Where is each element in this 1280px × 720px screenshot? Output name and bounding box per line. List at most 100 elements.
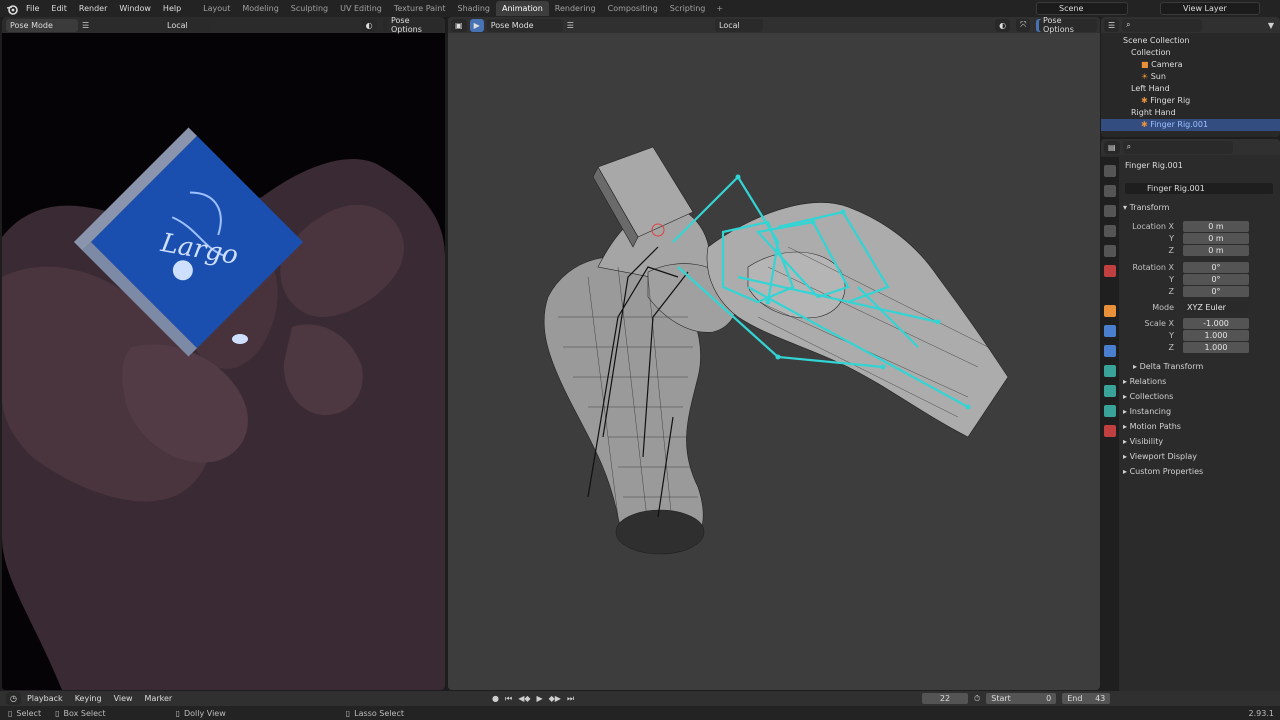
prev-keyframe-icon[interactable]: ◀◆ — [518, 694, 530, 703]
viewport-display-section[interactable]: ▸ Viewport Display — [1123, 451, 1197, 463]
left-pose-options-button[interactable]: Pose Options — [387, 16, 443, 34]
instancing-section[interactable]: ▸ Instancing — [1123, 406, 1171, 418]
view-layer-selector[interactable]: View Layer — [1160, 2, 1260, 15]
scene-selector[interactable]: Scene — [1036, 2, 1128, 15]
scale-x-field[interactable]: -1.000 — [1183, 318, 1249, 329]
left-mode-dropdown[interactable]: Pose Mode — [6, 18, 78, 32]
constraints-tab-icon[interactable] — [1104, 365, 1116, 377]
mid-gizmo-icon[interactable]: ⤧ — [1016, 18, 1031, 32]
tab-layout[interactable]: Layout — [197, 1, 236, 16]
tab-scripting[interactable]: Scripting — [664, 1, 712, 16]
tab-modeling[interactable]: Modeling — [236, 1, 284, 16]
collections-section[interactable]: ▸ Collections — [1123, 391, 1173, 403]
menu-help[interactable]: Help — [157, 0, 187, 17]
transform-section-header[interactable]: ▾ Transform — [1123, 202, 1169, 214]
scene-tab-icon[interactable] — [1104, 245, 1116, 257]
blender-logo-icon[interactable] — [4, 2, 20, 16]
play-icon[interactable]: ▶ — [537, 694, 543, 703]
current-frame-field[interactable]: 22 — [922, 693, 968, 704]
modifier-tab-icon[interactable] — [1104, 325, 1116, 337]
status-lasso-select: Lasso Select — [354, 708, 404, 718]
outliner-row-sun[interactable]: ☀ Sun — [1101, 71, 1280, 83]
texture-tab-icon[interactable] — [1104, 425, 1116, 437]
menu-render[interactable]: Render — [73, 0, 113, 17]
tab-sculpting[interactable]: Sculpting — [285, 1, 334, 16]
scale-z-field[interactable]: 1.000 — [1183, 342, 1249, 353]
next-keyframe-icon[interactable]: ◆▶ — [549, 694, 561, 703]
mid-mode-dropdown[interactable]: Pose Mode — [486, 18, 563, 32]
rotation-y-field[interactable]: 0° — [1183, 274, 1249, 285]
tab-compositing[interactable]: Compositing — [602, 1, 664, 16]
left-menu-icon[interactable]: ☰ — [82, 21, 89, 30]
location-y-field[interactable]: 0 m — [1183, 233, 1249, 244]
tab-texture-paint[interactable]: Texture Paint — [388, 1, 452, 16]
3d-viewport[interactable]: ▣ ▶ Pose Mode ☰ ◐ ⤧ ◑ ▢ ● — [448, 17, 1100, 690]
end-frame-label: End — [1067, 694, 1083, 703]
outliner-row-left-hand[interactable]: Left Hand — [1101, 83, 1280, 95]
delta-transform-section[interactable]: ▸ Delta Transform — [1133, 361, 1203, 373]
location-x-field[interactable]: 0 m — [1183, 221, 1249, 232]
custom-properties-section[interactable]: ▸ Custom Properties — [1123, 466, 1203, 478]
rotation-mode-dropdown[interactable]: XYZ Euler — [1183, 302, 1249, 313]
select-tool-icon[interactable]: ▶ — [469, 18, 484, 32]
tool-tab-icon[interactable] — [1104, 165, 1116, 177]
timeline-menu-marker[interactable]: Marker — [139, 690, 179, 707]
outliner-row-scene-collection[interactable]: Scene Collection — [1101, 35, 1280, 47]
bone-tab-icon[interactable] — [1104, 405, 1116, 417]
output-tab-icon[interactable] — [1104, 205, 1116, 217]
add-workspace-button[interactable]: + — [711, 0, 728, 17]
world-tab-icon[interactable] — [1104, 265, 1116, 277]
scale-y-field[interactable]: 1.000 — [1183, 330, 1249, 341]
outliner-type-icon[interactable]: ☰ — [1104, 18, 1120, 32]
properties-search-input[interactable]: ⌕ — [1122, 140, 1233, 154]
rotation-z-field[interactable]: 0° — [1183, 286, 1249, 297]
jump-start-icon[interactable]: ⏮ — [505, 694, 512, 704]
physics-tab-icon[interactable] — [1104, 345, 1116, 357]
properties-type-icon[interactable]: ▤ — [1104, 140, 1120, 154]
outliner-label: Finger Rig.001 — [1150, 120, 1209, 129]
tab-shading[interactable]: Shading — [451, 1, 496, 16]
visibility-section[interactable]: ▸ Visibility — [1123, 436, 1163, 448]
start-frame-field[interactable]: Start 0 — [986, 693, 1057, 704]
object-tab-icon[interactable] — [1104, 305, 1116, 317]
timeline-editor-icon[interactable]: ◷ — [6, 692, 21, 705]
menu-file[interactable]: File — [20, 0, 45, 17]
motion-paths-section[interactable]: ▸ Motion Paths — [1123, 421, 1181, 433]
menu-edit[interactable]: Edit — [45, 0, 73, 17]
object-name-field[interactable]: Finger Rig.001 — [1125, 183, 1273, 194]
editor-type-icon[interactable]: ▣ — [451, 18, 467, 32]
outliner-header: ☰ ⌕ ▼ — [1101, 17, 1280, 33]
outliner-row-right-hand[interactable]: Right Hand — [1101, 107, 1280, 119]
rotation-x-field[interactable]: 0° — [1183, 262, 1249, 273]
mid-menu-icon[interactable]: ☰ — [567, 21, 574, 30]
outliner-row-finger-rig-001[interactable]: ✱ Finger Rig.001 — [1101, 119, 1280, 131]
jump-end-icon[interactable]: ⏭ — [567, 694, 574, 704]
tab-uv-editing[interactable]: UV Editing — [334, 1, 388, 16]
data-tab-icon[interactable] — [1104, 385, 1116, 397]
timeline-menu-playback[interactable]: Playback — [21, 690, 69, 707]
timeline-menu-keying[interactable]: Keying — [69, 690, 108, 707]
outliner-row-collection[interactable]: Collection — [1101, 47, 1280, 59]
record-icon[interactable]: ● — [492, 694, 499, 703]
relations-section[interactable]: ▸ Relations — [1123, 376, 1166, 388]
outliner-search-input[interactable]: ⌕ — [1122, 18, 1203, 32]
mid-orientation-dropdown[interactable]: Local — [715, 18, 763, 32]
tab-rendering[interactable]: Rendering — [549, 1, 602, 16]
outliner-row-finger-rig[interactable]: ✱ Finger Rig — [1101, 95, 1280, 107]
location-z-field[interactable]: 0 m — [1183, 245, 1249, 256]
stopwatch-icon[interactable]: ⏱ — [974, 694, 980, 704]
camera-viewport[interactable]: Largo Pose Mode ☰ ◐ ⤧ ◑ ● — [2, 17, 445, 690]
filter-icon[interactable]: ▼ — [1268, 21, 1274, 30]
menu-window[interactable]: Window — [113, 0, 157, 17]
timeline-menu-view[interactable]: View — [108, 690, 139, 707]
tab-animation[interactable]: Animation — [495, 1, 549, 16]
camera-icon: ■ — [1141, 60, 1149, 69]
mid-pose-options-button[interactable]: Pose Options — [1039, 16, 1097, 34]
left-visibility-icon[interactable]: ◐ — [361, 18, 377, 32]
view-layer-tab-icon[interactable] — [1104, 225, 1116, 237]
outliner-row-camera[interactable]: ■ Camera — [1101, 59, 1280, 71]
left-orientation-dropdown[interactable]: Local — [163, 18, 211, 32]
mid-visibility-icon[interactable]: ◐ — [995, 18, 1011, 32]
end-frame-field[interactable]: End 43 — [1062, 693, 1111, 704]
render-tab-icon[interactable] — [1104, 185, 1116, 197]
